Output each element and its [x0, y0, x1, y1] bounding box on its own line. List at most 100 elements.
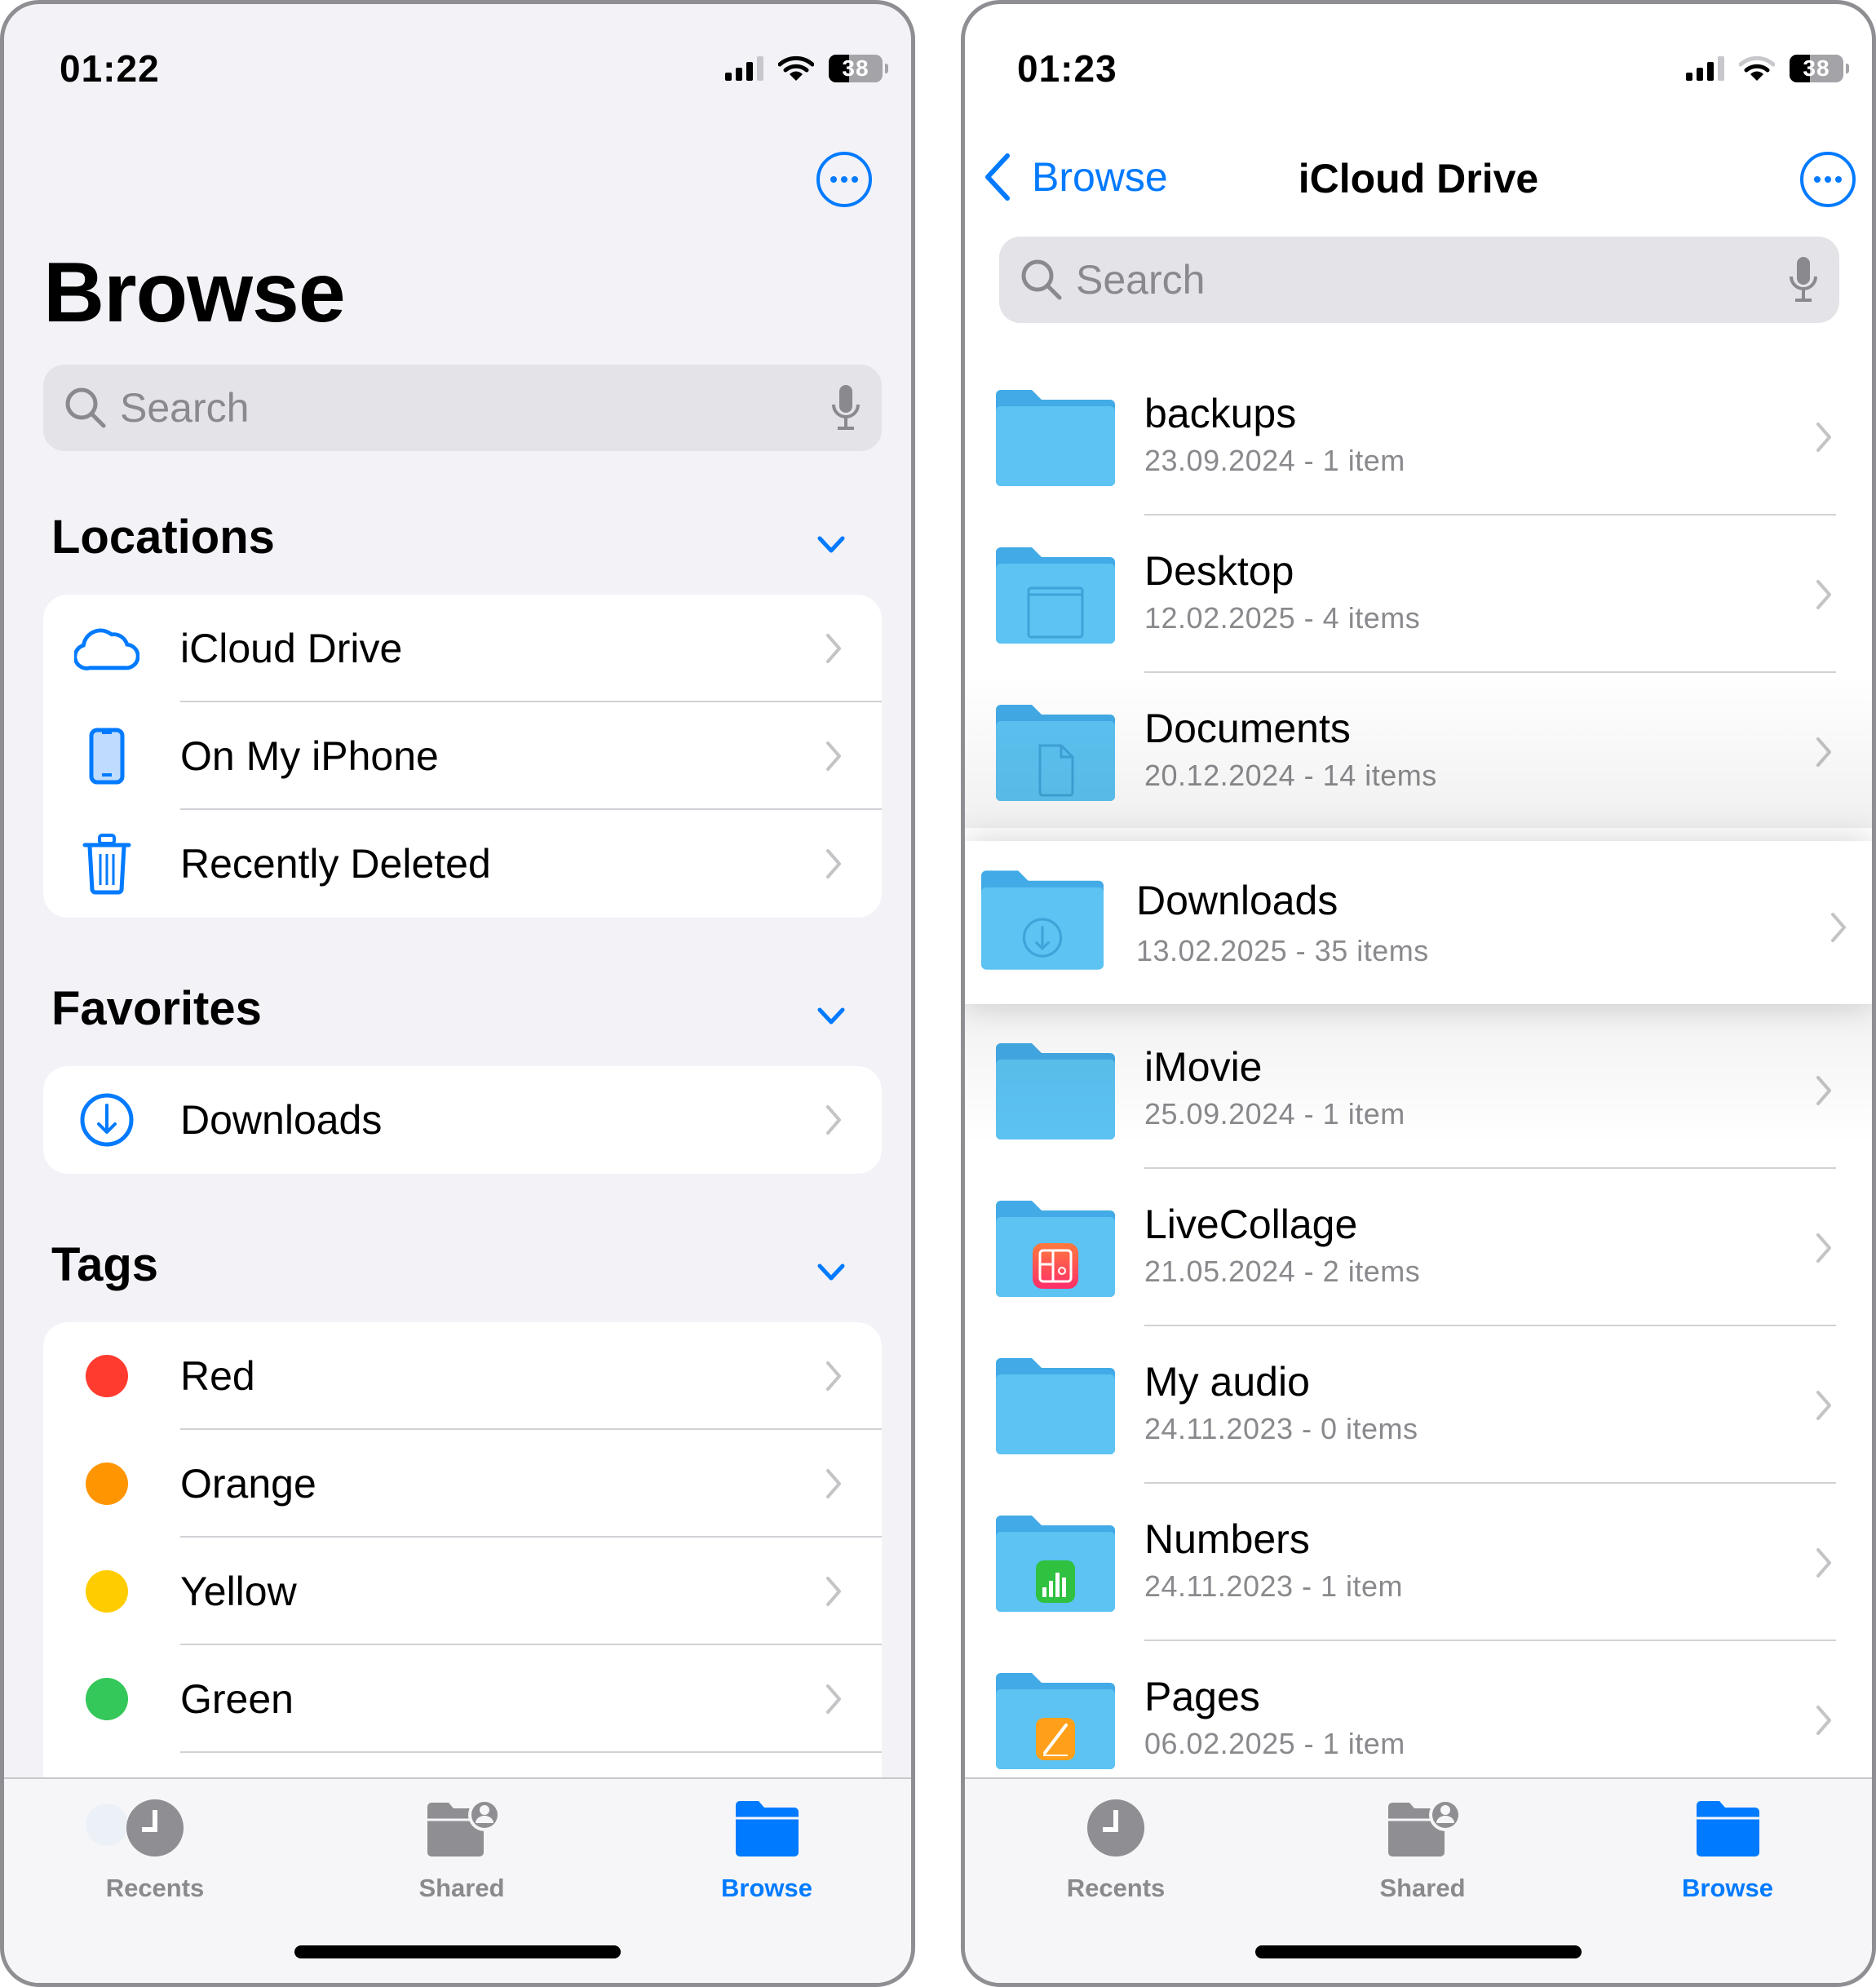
tag-label: Orange [180, 1461, 316, 1507]
ellipsis-dot [852, 176, 858, 183]
more-options-button[interactable] [816, 152, 872, 207]
wifi-icon [1739, 55, 1775, 81]
tab-shared[interactable]: Shared [339, 1795, 584, 1903]
row-divider [1144, 1482, 1836, 1484]
locations-list: iCloud Drive On My iPhone Recently Delet… [43, 595, 882, 918]
tag-item-yellow[interactable]: Yellow [43, 1538, 882, 1645]
folder-pages-icon [996, 1673, 1115, 1769]
cellular-signal-icon [1686, 56, 1724, 81]
folder-row-my-audio[interactable]: My audio 24.11.2023 - 0 items [965, 1327, 1872, 1484]
iphone-icon [74, 724, 139, 789]
chevron-right-icon [826, 849, 841, 878]
tab-label: Recents [105, 1874, 205, 1902]
tab-recents[interactable]: Recents [993, 1795, 1238, 1903]
battery-cap [885, 64, 888, 73]
battery-cap [1846, 64, 1849, 73]
icloud-drive-screen: 01:23 38 Browse iCloud Drive Search back… [961, 0, 1876, 1987]
tag-color-dot [86, 1678, 128, 1720]
folder-meta: 06.02.2025 - 1 item [1144, 1727, 1405, 1760]
folder-meta: 21.05.2024 - 2 items [1144, 1255, 1421, 1288]
location-label: Recently Deleted [180, 841, 491, 887]
folder-row-livecollage[interactable]: LiveCollage 21.05.2024 - 2 items [965, 1170, 1872, 1326]
tag-color-dot [86, 1355, 128, 1397]
row-divider [1144, 514, 1836, 516]
tag-item-orange[interactable]: Orange [43, 1430, 882, 1538]
folder-row-backups[interactable]: backups 23.09.2024 - 1 item [965, 359, 1872, 516]
more-options-button[interactable] [1800, 152, 1856, 207]
tag-icon-wrap [74, 1343, 139, 1409]
folder-name: Downloads [1136, 878, 1338, 923]
drag-shadow-top [965, 673, 1872, 828]
chevron-down-icon[interactable] [815, 529, 847, 561]
status-time: 01:23 [1017, 47, 1117, 90]
folder-name: Pages [1144, 1674, 1260, 1719]
trash-icon [74, 831, 139, 896]
home-indicator [1255, 1945, 1582, 1958]
folder-icon [996, 390, 1115, 486]
chevron-right-icon [1816, 1706, 1831, 1735]
tab-browse[interactable]: Browse [644, 1795, 889, 1903]
row-divider [1144, 1167, 1836, 1169]
nav-title: iCloud Drive [1298, 156, 1539, 201]
location-item-on-my-iphone[interactable]: On My iPhone [43, 702, 882, 810]
chevron-right-icon [1816, 423, 1831, 452]
location-item-recently-deleted[interactable]: Recently Deleted [43, 810, 882, 918]
chevron-right-icon [1816, 1548, 1831, 1578]
section-header-tags: Tags [51, 1238, 159, 1291]
tab-label: Recents [1066, 1874, 1166, 1902]
folder-row-desktop[interactable]: Desktop 12.02.2025 - 4 items [965, 516, 1872, 673]
search-placeholder: Search [120, 385, 250, 431]
download-circle-icon [74, 1087, 139, 1153]
search-field[interactable]: Search [999, 237, 1839, 323]
tag-icon-wrap [74, 1559, 139, 1624]
ellipsis-dot [1825, 176, 1831, 183]
location-item-icloud-drive[interactable]: iCloud Drive [43, 595, 882, 702]
tab-bar: Recents Shared Browse [965, 1777, 1872, 1983]
battery-percent: 38 [1803, 55, 1830, 81]
folder-meta: 13.02.2025 - 35 items [1136, 934, 1429, 967]
search-placeholder: Search [1076, 257, 1206, 303]
battery-icon: 38 [1790, 55, 1843, 82]
chevron-right-icon [826, 1684, 841, 1714]
chevron-down-icon[interactable] [815, 1256, 847, 1289]
chevron-right-icon [1816, 580, 1831, 609]
battery-percent: 38 [842, 55, 869, 81]
microphone-icon[interactable] [830, 383, 862, 432]
chevron-right-icon [1816, 1391, 1831, 1420]
home-indicator [294, 1945, 621, 1958]
favorite-label: Downloads [180, 1097, 383, 1143]
favorite-item-downloads[interactable]: Downloads [43, 1066, 882, 1174]
folder-icon [736, 1801, 799, 1856]
tag-item-green[interactable]: Green [43, 1645, 882, 1753]
tab-browse[interactable]: Browse [1605, 1795, 1850, 1903]
tab-label: Browse [721, 1874, 812, 1902]
chevron-right-icon [826, 1361, 841, 1391]
tag-item-red[interactable]: Red [43, 1322, 882, 1430]
shared-folder-icon [427, 1799, 501, 1856]
ellipsis-icon [1814, 176, 1821, 183]
tag-label: Yellow [180, 1569, 297, 1614]
tab-label: Shared [1379, 1874, 1466, 1902]
search-field[interactable]: Search [43, 365, 882, 451]
chevron-right-icon [1831, 913, 1846, 942]
folder-row-downloads[interactable]: Downloads 13.02.2025 - 35 items [965, 841, 1872, 1004]
tab-recents[interactable]: Recents [33, 1795, 277, 1903]
folder-icon [996, 1358, 1115, 1454]
chevron-right-icon [826, 1105, 841, 1135]
tab-shared[interactable]: Shared [1300, 1795, 1545, 1903]
tab-label: Shared [418, 1874, 505, 1902]
folder-numbers-icon [996, 1516, 1115, 1612]
microphone-icon[interactable] [1787, 255, 1820, 304]
chevron-down-icon[interactable] [815, 1000, 847, 1033]
folder-name: backups [1144, 391, 1297, 436]
chevron-right-icon [826, 1469, 841, 1498]
section-header-favorites: Favorites [51, 982, 262, 1035]
folder-row-pages[interactable]: Pages 06.02.2025 - 1 item [965, 1642, 1872, 1799]
folder-meta: 23.09.2024 - 1 item [1144, 444, 1405, 477]
folder-meta: 24.11.2023 - 0 items [1144, 1412, 1418, 1445]
tag-label: Red [180, 1353, 255, 1399]
page-title: Browse [43, 246, 346, 340]
folder-meta: 24.11.2023 - 1 item [1144, 1569, 1404, 1603]
folder-icon [1697, 1801, 1759, 1856]
folder-row-numbers[interactable]: Numbers 24.11.2023 - 1 item [965, 1485, 1872, 1641]
